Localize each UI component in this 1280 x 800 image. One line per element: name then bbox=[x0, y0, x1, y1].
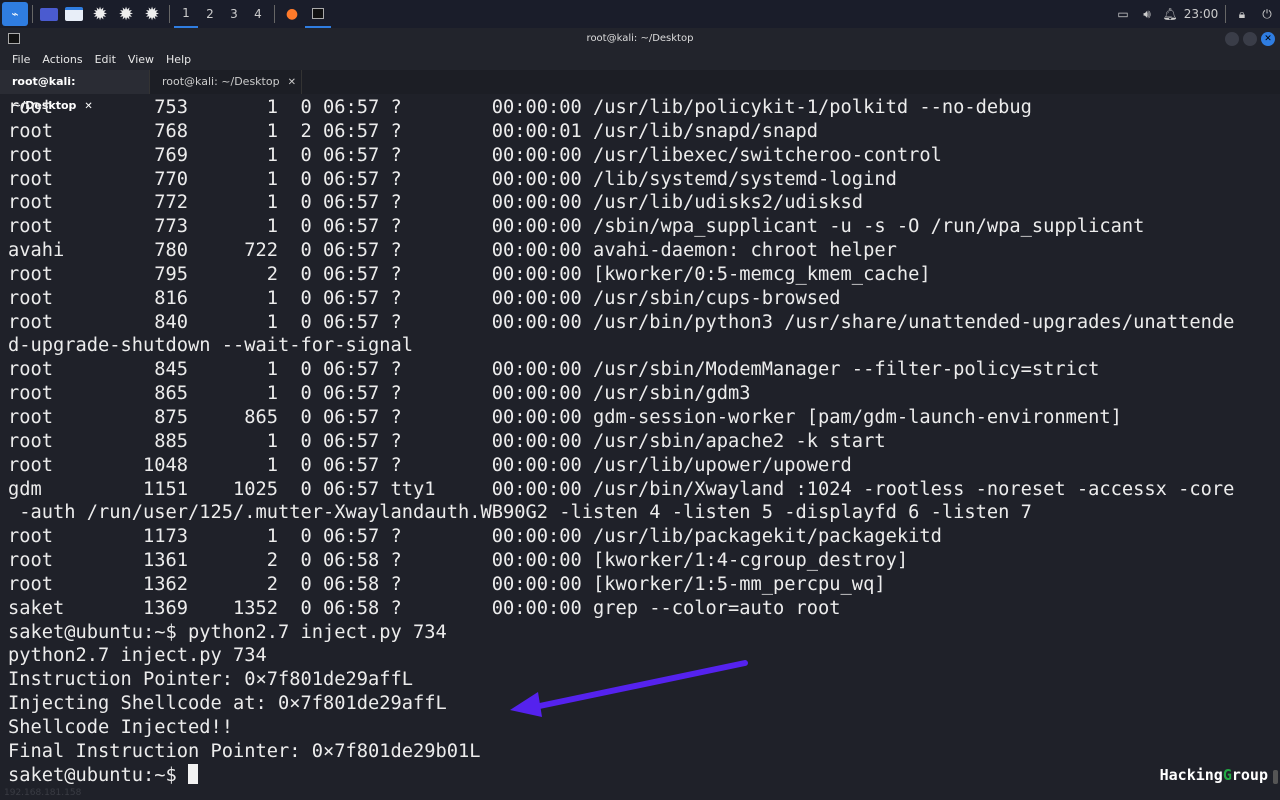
terminal-line: Shellcode Injected!! bbox=[8, 716, 234, 738]
terminal-window-icon bbox=[8, 33, 20, 44]
terminal-line: root 885 1 0 06:57 ? 00:00:00 /usr/sbin/… bbox=[8, 430, 886, 452]
lock-icon[interactable]: 🔒︎ bbox=[1230, 0, 1254, 28]
menu-edit[interactable]: Edit bbox=[95, 50, 116, 70]
terminal-line: gdm 1151 1025 0 06:57 tty1 00:00:00 /usr… bbox=[8, 478, 1235, 500]
terminal-line: root 770 1 0 06:57 ? 00:00:00 /lib/syste… bbox=[8, 168, 897, 190]
tab-label: root@kali: ~/Desktop bbox=[162, 75, 280, 88]
tab-bar: root@kali: ~/Desktop ✕ root@kali: ~/Deskt… bbox=[0, 70, 1280, 112]
logo-text: roup bbox=[1231, 766, 1268, 784]
terminal-line: root 816 1 0 06:57 ? 00:00:00 /usr/sbin/… bbox=[8, 287, 841, 309]
window-titlebar: root@kali: ~/Desktop ✕ bbox=[0, 28, 1280, 50]
terminal-line: Final Instruction Pointer: 0×7f801de29b0… bbox=[8, 740, 481, 762]
firefox-icon[interactable]: ● bbox=[279, 0, 305, 28]
close-button[interactable]: ✕ bbox=[1261, 32, 1275, 46]
logout-icon[interactable]: ⏻ bbox=[1254, 0, 1280, 28]
settings-icon[interactable]: ✹ bbox=[87, 0, 113, 28]
display-icon[interactable]: ▭ bbox=[1111, 0, 1135, 28]
terminal-line: root 795 2 0 06:57 ? 00:00:00 [kworker/0… bbox=[8, 263, 931, 285]
prompt-line: saket@ubuntu:~$ bbox=[8, 763, 1234, 788]
notification-bell-icon[interactable]: 🔔︎ bbox=[1159, 0, 1181, 28]
terminal-line: avahi 780 722 0 06:57 ? 00:00:00 avahi-d… bbox=[8, 240, 897, 262]
terminal-line: python2.7 inject.py 734 bbox=[8, 645, 267, 667]
cursor bbox=[188, 763, 199, 784]
terminal-line: saket@ubuntu:~$ python2.7 inject.py 734 bbox=[8, 621, 447, 643]
workspace-4[interactable]: 4 bbox=[246, 0, 270, 28]
terminal-line: root 769 1 0 06:57 ? 00:00:00 /usr/libex… bbox=[8, 144, 942, 166]
volume-icon[interactable]: 🔊︎ bbox=[1135, 0, 1159, 28]
menu-file[interactable]: File bbox=[12, 50, 30, 70]
terminal-line: Injecting Shellcode at: 0×7f801de29affL bbox=[8, 693, 447, 715]
close-tab-icon[interactable]: ✕ bbox=[288, 77, 296, 88]
terminal-line: root 1362 2 0 06:58 ? 00:00:00 [kworker/… bbox=[8, 573, 886, 595]
terminal-line: root 772 1 0 06:57 ? 00:00:00 /usr/lib/u… bbox=[8, 192, 864, 214]
logo-text: Hacking bbox=[1159, 766, 1223, 784]
terminal-icon[interactable] bbox=[305, 0, 331, 28]
divider bbox=[169, 5, 170, 23]
ip-watermark: 192.168.181.158 bbox=[4, 788, 82, 798]
terminal-output[interactable]: root 753 1 0 06:57 ? 00:00:00 /usr/lib/p… bbox=[8, 96, 1234, 787]
divider bbox=[32, 5, 33, 23]
tab-terminal-1[interactable]: root@kali: ~/Desktop ✕ bbox=[0, 70, 150, 112]
menu-actions[interactable]: Actions bbox=[42, 50, 82, 70]
terminal-line: Instruction Pointer: 0×7f801de29affL bbox=[8, 669, 414, 691]
terminal-line: root 845 1 0 06:57 ? 00:00:00 /usr/sbin/… bbox=[8, 359, 1100, 381]
kali-menu-icon[interactable]: ⌁ bbox=[2, 2, 28, 26]
terminal-line: root 875 865 0 06:57 ? 00:00:00 gdm-sess… bbox=[8, 406, 1122, 428]
file-manager-icon[interactable] bbox=[61, 0, 87, 28]
terminal-line: saket 1369 1352 0 06:58 ? 00:00:00 grep … bbox=[8, 597, 841, 619]
workspace-3[interactable]: 3 bbox=[222, 0, 246, 28]
menu-help[interactable]: Help bbox=[166, 50, 191, 70]
show-desktop-icon[interactable] bbox=[37, 0, 61, 28]
terminal-line: d-upgrade-shutdown --wait-for-signal bbox=[8, 335, 414, 357]
terminal-line: root 1173 1 0 06:57 ? 00:00:00 /usr/lib/… bbox=[8, 526, 942, 548]
divider bbox=[274, 5, 275, 23]
terminal-line: root 768 1 2 06:57 ? 00:00:01 /usr/lib/s… bbox=[8, 120, 819, 142]
scrollbar[interactable] bbox=[1273, 770, 1278, 784]
divider bbox=[1225, 5, 1226, 23]
prompt: saket@ubuntu:~$ bbox=[8, 764, 189, 786]
window-title: root@kali: ~/Desktop bbox=[586, 33, 694, 44]
terminal-line: root 753 1 0 06:57 ? 00:00:00 /usr/lib/p… bbox=[8, 97, 1032, 118]
terminal-line: root 773 1 0 06:57 ? 00:00:00 /sbin/wpa_… bbox=[8, 216, 1145, 238]
settings-icon[interactable]: ✹ bbox=[113, 0, 139, 28]
settings-icon[interactable]: ✹ bbox=[139, 0, 165, 28]
hackinggroup-watermark: HackingGroup bbox=[1160, 766, 1268, 784]
menu-bar: File Actions Edit View Help bbox=[0, 50, 1280, 70]
workspace-1[interactable]: 1 bbox=[174, 0, 198, 28]
terminal-line: root 1361 2 0 06:58 ? 00:00:00 [kworker/… bbox=[8, 550, 909, 572]
logo-text: G bbox=[1222, 766, 1232, 784]
terminal-line: root 1048 1 0 06:57 ? 00:00:00 /usr/lib/… bbox=[8, 454, 852, 476]
workspace-2[interactable]: 2 bbox=[198, 0, 222, 28]
tab-terminal-2[interactable]: root@kali: ~/Desktop ✕ bbox=[150, 70, 302, 94]
taskbar: ⌁ ✹ ✹ ✹ 1 2 3 4 ● ▭ 🔊︎ 🔔︎ 23:00 🔒︎ ⏻ bbox=[0, 0, 1280, 28]
terminal-line: root 840 1 0 06:57 ? 00:00:00 /usr/bin/p… bbox=[8, 311, 1235, 333]
terminal-line: -auth /run/user/125/.mutter-Xwaylandauth… bbox=[8, 502, 1032, 524]
menu-view[interactable]: View bbox=[128, 50, 154, 70]
maximize-button[interactable] bbox=[1243, 32, 1257, 46]
clock[interactable]: 23:00 bbox=[1181, 0, 1221, 28]
terminal-line: root 865 1 0 06:57 ? 00:00:00 /usr/sbin/… bbox=[8, 383, 751, 405]
minimize-button[interactable] bbox=[1225, 32, 1239, 46]
